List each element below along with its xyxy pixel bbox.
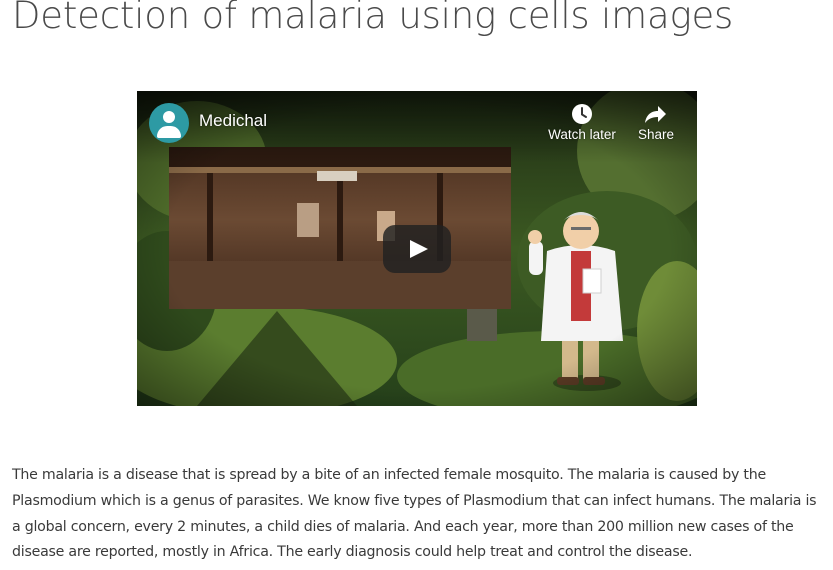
youtube-video-embed[interactable]: Medichal Watch later Share [137, 91, 697, 406]
share-arrow-icon [645, 106, 666, 123]
page-title: Detection of malaria using cells images [12, 0, 734, 37]
play-button[interactable] [383, 225, 451, 273]
watch-later-label: Watch later [548, 127, 616, 142]
share-label: Share [637, 127, 675, 142]
play-icon [410, 240, 428, 258]
clock-icon [572, 104, 592, 124]
avatar-shoulders-shape [157, 126, 181, 138]
description-paragraph: The malaria is a disease that is spread … [12, 467, 817, 561]
share-button[interactable]: Share [631, 101, 681, 153]
person-avatar-icon[interactable] [149, 103, 189, 143]
video-channel-title[interactable]: Medichal [199, 111, 267, 131]
watch-later-button[interactable]: Watch later [541, 101, 623, 153]
avatar-head-shape [163, 111, 175, 123]
